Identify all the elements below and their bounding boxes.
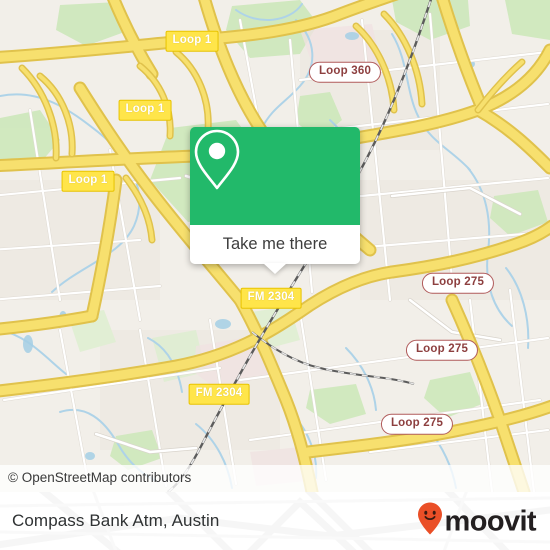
take-me-there-button[interactable]: Take me there	[190, 225, 360, 274]
road-label-loop-1-b[interactable]: Loop 1	[118, 99, 172, 121]
road-label-loop-275-b[interactable]: Loop 275	[405, 339, 479, 361]
location-popup-card[interactable]: Take me there	[190, 127, 360, 274]
moovit-smiley-pin-icon	[417, 502, 443, 541]
popup-pointer-tail	[263, 263, 287, 274]
road-label-loop-1-c[interactable]: Loop 1	[61, 170, 115, 192]
road-label-fm-2304-b[interactable]: FM 2304	[188, 383, 250, 405]
road-label-fm-2304-a[interactable]: FM 2304	[240, 287, 302, 309]
road-label-loop-275-c[interactable]: Loop 275	[380, 413, 454, 435]
map-canvas[interactable]: .mw { stroke:#f7e06e; stroke-linecap:rou…	[0, 0, 550, 492]
footer-bar: Compass Bank Atm, Austin moovit	[0, 492, 550, 550]
road-label-loop-1-a[interactable]: Loop 1	[165, 30, 219, 52]
moovit-brand-logo[interactable]: moovit	[417, 502, 537, 541]
place-title: Compass Bank Atm, Austin	[12, 511, 220, 530]
take-me-there-label: Take me there	[222, 235, 328, 253]
popup-icon-area	[190, 127, 360, 225]
moovit-wordmark: moovit	[444, 505, 537, 538]
map-screenshot: .mw { stroke:#f7e06e; stroke-linecap:rou…	[0, 0, 550, 550]
road-label-loop-275-a[interactable]: Loop 275	[421, 272, 495, 294]
road-label-loop-360[interactable]: Loop 360	[308, 61, 382, 83]
map-attribution[interactable]: © OpenStreetMap contributors	[0, 465, 550, 492]
